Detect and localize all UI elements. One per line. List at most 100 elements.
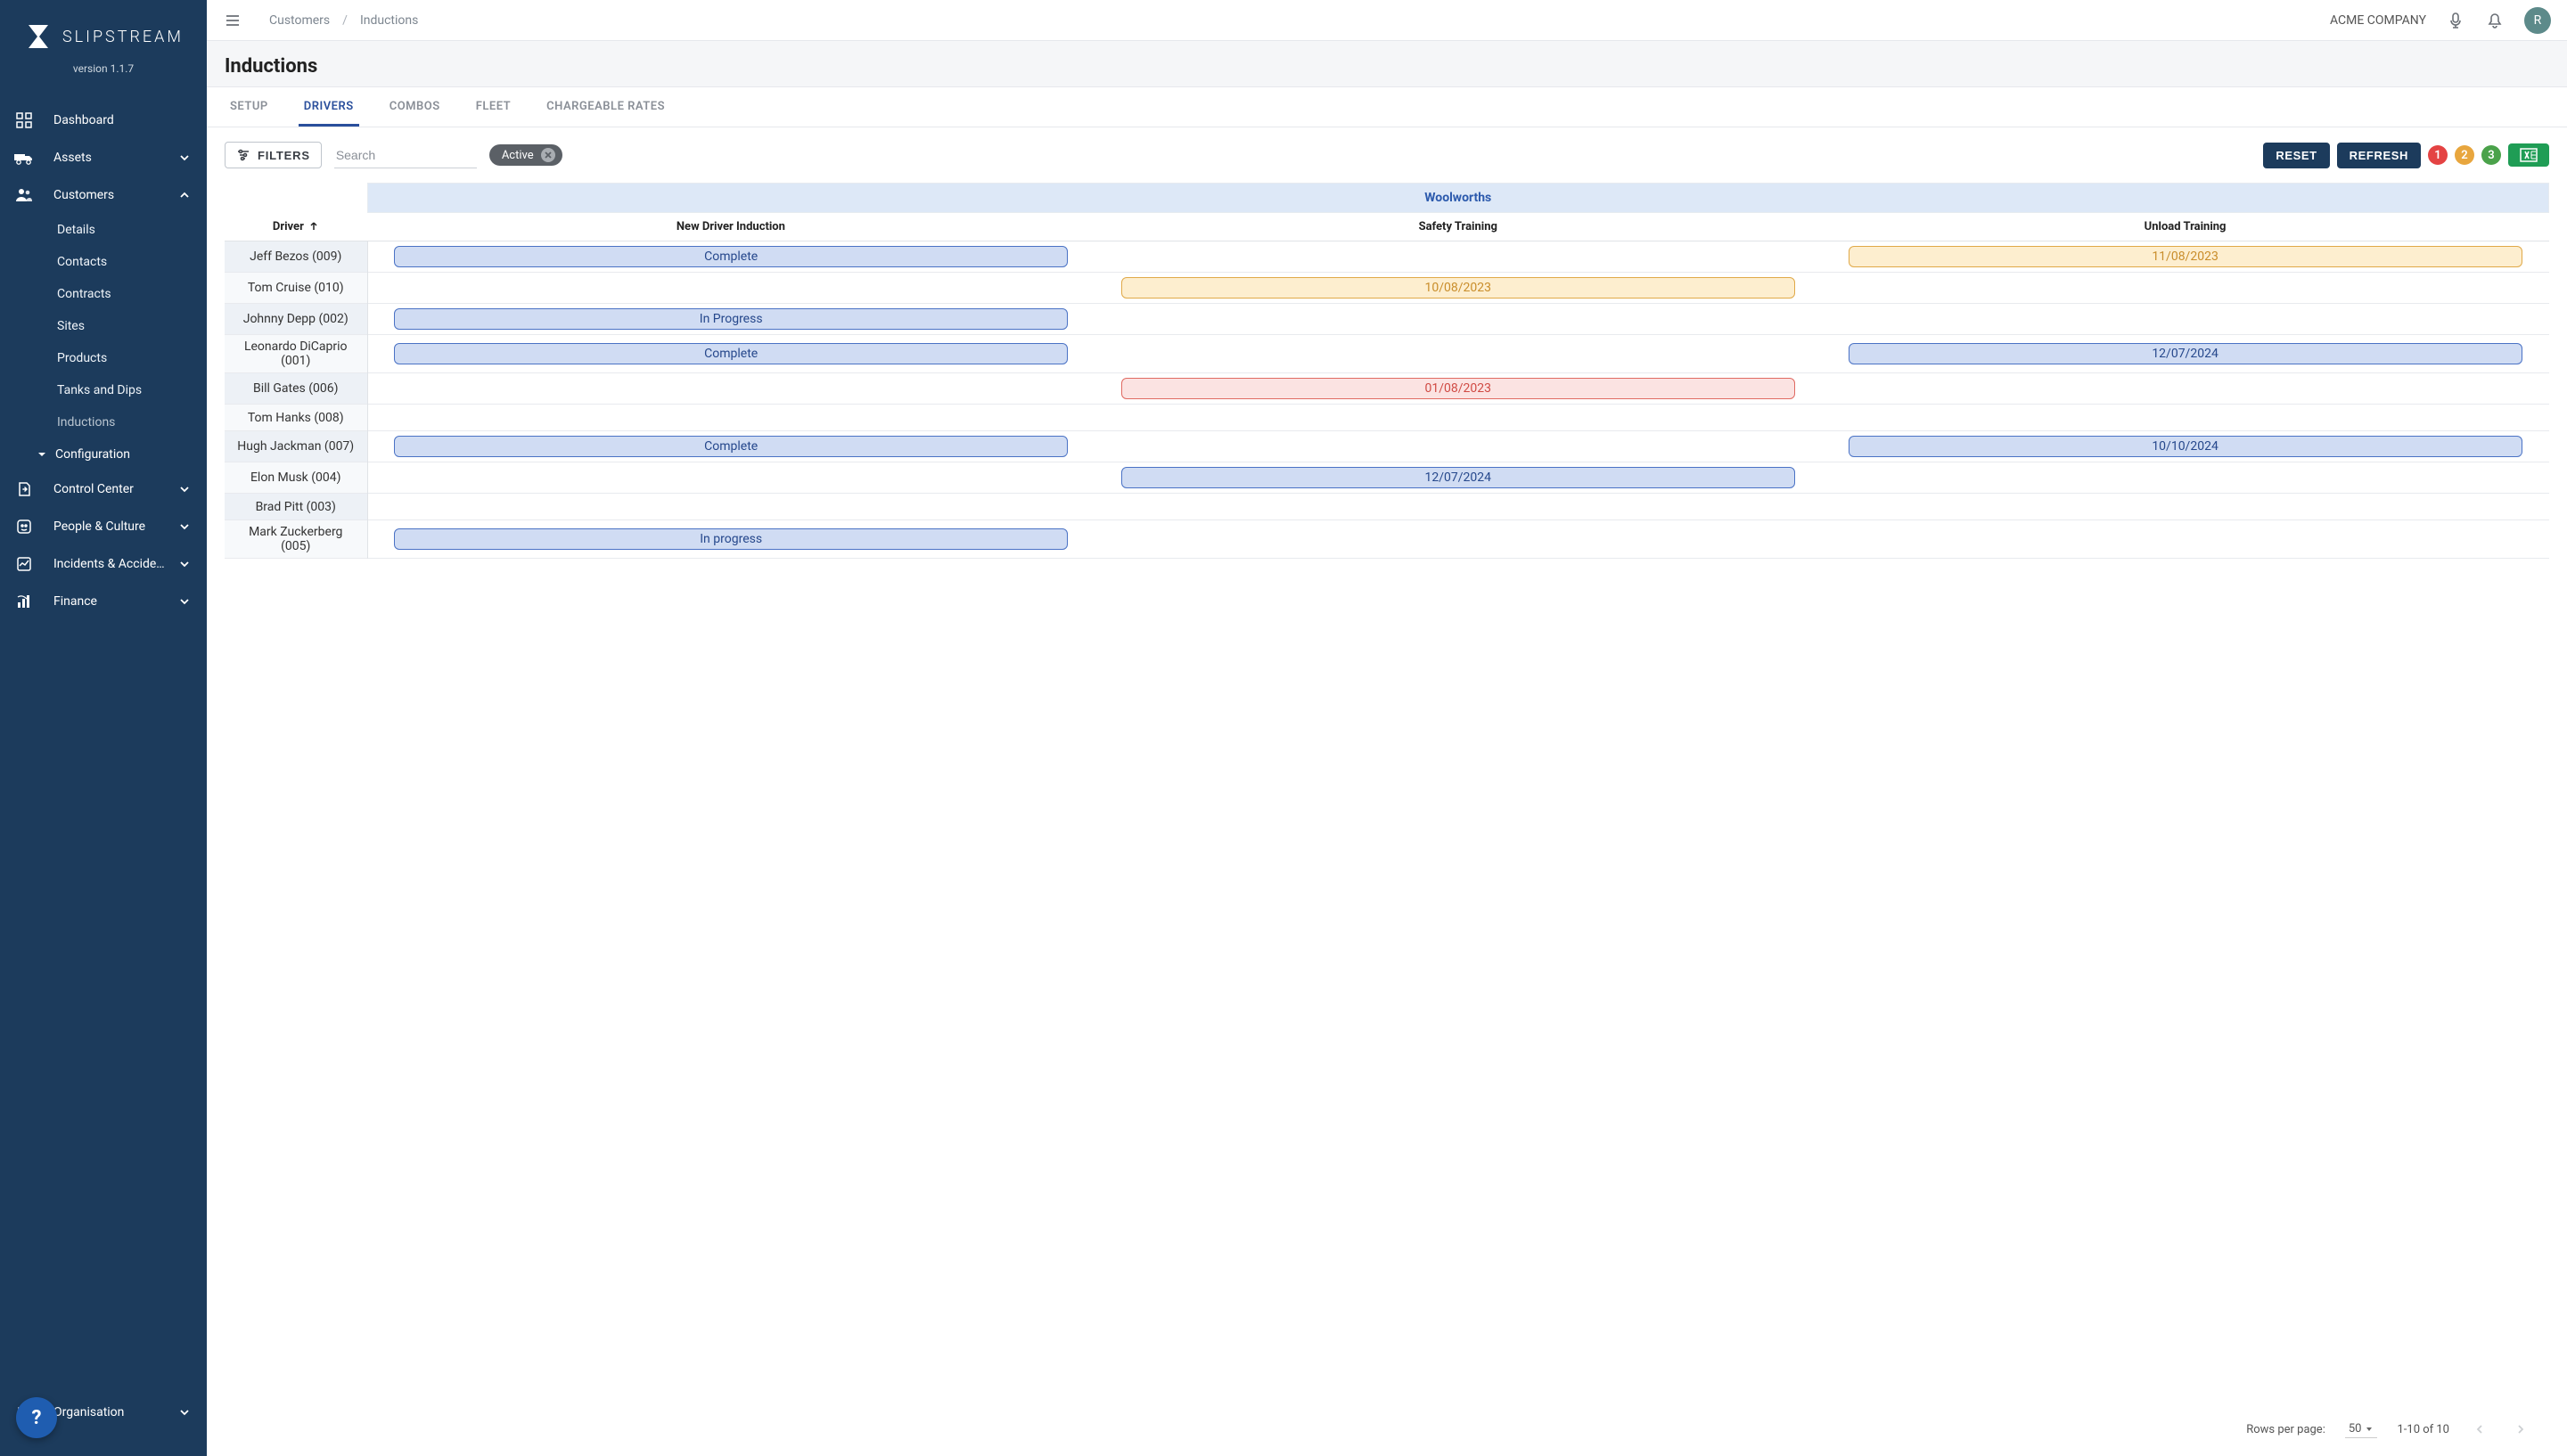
mic-icon[interactable] [2446, 11, 2465, 30]
triangle-down-icon [37, 450, 46, 459]
status-pill[interactable]: Complete [394, 246, 1068, 267]
status-cell: Complete [367, 241, 1095, 273]
table-row[interactable]: Jeff Bezos (009)Complete11/08/2023 [225, 241, 2549, 273]
reset-button[interactable]: RESET [2263, 143, 2329, 168]
status-cell [1095, 520, 1822, 559]
status-cell: In progress [367, 520, 1095, 559]
status-pill[interactable]: Complete [394, 436, 1068, 457]
column-header-new-driver[interactable]: New Driver Induction [367, 213, 1095, 241]
tab-combos[interactable]: COMBOS [384, 87, 446, 127]
table-row[interactable]: Bill Gates (006)01/08/2023 [225, 373, 2549, 405]
table-row[interactable]: Elon Musk (004)12/07/2024 [225, 462, 2549, 494]
table-row[interactable]: Leonardo DiCaprio (001)Complete12/07/202… [225, 335, 2549, 373]
filter-chip-active[interactable]: Active [489, 144, 562, 166]
status-pill[interactable]: In progress [394, 528, 1068, 550]
sidebar-sub-tanks[interactable]: Tanks and Dips [0, 374, 207, 406]
excel-icon [2519, 147, 2538, 163]
sidebar-item-dashboard[interactable]: Dashboard [0, 102, 207, 139]
file-exit-icon [14, 479, 34, 499]
status-pill[interactable]: Complete [394, 343, 1068, 364]
table-row[interactable]: Johnny Depp (002) In Progress [225, 304, 2549, 335]
breadcrumb-item[interactable]: Inductions [360, 13, 418, 28]
inductions-table: Woolworths Driver New Driver Induction S… [225, 183, 2549, 559]
table-row[interactable]: Brad Pitt (003) [225, 494, 2549, 520]
menu-icon[interactable] [223, 11, 242, 30]
sidebar-item-label: Control Center [53, 482, 176, 496]
column-header-safety[interactable]: Safety Training [1095, 213, 1822, 241]
sidebar-item-incidents[interactable]: Incidents & Accide… [0, 545, 207, 583]
status-cell [367, 494, 1095, 520]
table-row[interactable]: Mark Zuckerberg (005)In progress [225, 520, 2549, 559]
table-row[interactable]: Tom Hanks (008) [225, 405, 2549, 431]
sidebar-item-label: Organisation [53, 1405, 176, 1419]
company-label: ACME COMPANY [2330, 13, 2426, 28]
status-pill[interactable]: 12/07/2024 [1121, 467, 1795, 488]
tab-rates[interactable]: CHARGEABLE RATES [541, 87, 670, 127]
tab-setup[interactable]: SETUP [225, 87, 274, 127]
next-page-button[interactable] [2510, 1419, 2531, 1440]
status-cell: 10/10/2024 [1822, 431, 2549, 462]
sidebar-nav: Dashboard Assets Customers Details Conta… [0, 98, 207, 1394]
tab-fleet[interactable]: FLEET [471, 87, 516, 127]
breadcrumb-item[interactable]: Customers [269, 13, 330, 28]
status-cell [1822, 462, 2549, 494]
status-pill[interactable]: In Progress [394, 308, 1068, 330]
sidebar-sub-sites[interactable]: Sites [0, 310, 207, 342]
filters-button[interactable]: FILTERS [225, 142, 322, 168]
filters-label: FILTERS [258, 149, 310, 162]
sidebar-sub-products[interactable]: Products [0, 342, 207, 374]
table-row[interactable]: Hugh Jackman (007)Complete10/10/2024 [225, 431, 2549, 462]
search-input[interactable] [334, 143, 477, 168]
driver-cell: Tom Cruise (010) [225, 273, 367, 304]
status-cell [1095, 304, 1822, 335]
tab-drivers[interactable]: DRIVERS [299, 87, 359, 127]
status-cell [1822, 494, 2549, 520]
sidebar-item-assets[interactable]: Assets [0, 139, 207, 176]
sidebar-item-control-center[interactable]: Control Center [0, 470, 207, 508]
sidebar-item-finance[interactable]: Finance [0, 583, 207, 620]
status-pill[interactable]: 10/10/2024 [1849, 436, 2522, 457]
topbar: Customers / Inductions ACME COMPANY R [207, 0, 2567, 41]
status-cell: In Progress [367, 304, 1095, 335]
dashboard-icon [14, 110, 34, 130]
column-group-header: Woolworths [367, 184, 2549, 213]
sidebar-sub-details[interactable]: Details [0, 214, 207, 246]
avatar[interactable]: R [2524, 7, 2551, 34]
status-cell [1095, 431, 1822, 462]
status-cell: 12/07/2024 [1822, 335, 2549, 373]
brand-logo-icon [23, 21, 53, 52]
chevron-down-icon [176, 521, 193, 532]
version-label: version 1.1.7 [18, 62, 189, 75]
sidebar-item-people-culture[interactable]: People & Culture [0, 508, 207, 545]
logo-area: SLIPSTREAM version 1.1.7 [0, 0, 207, 98]
status-pill[interactable]: 01/08/2023 [1121, 378, 1795, 399]
status-pill[interactable]: 12/07/2024 [1849, 343, 2522, 364]
status-cell [1822, 273, 2549, 304]
caret-down-icon [2365, 1425, 2374, 1434]
rows-per-page-select[interactable]: 50 [2345, 1420, 2378, 1438]
help-button[interactable]: ? [16, 1397, 57, 1438]
page-range-label: 1-10 of 10 [2397, 1423, 2449, 1436]
status-cell [1822, 520, 2549, 559]
sidebar-sub-contacts[interactable]: Contacts [0, 246, 207, 278]
sidebar-sub-inductions[interactable]: Inductions [0, 406, 207, 438]
sidebar-item-label: Incidents & Accide… [53, 557, 176, 571]
driver-cell: Brad Pitt (003) [225, 494, 367, 520]
status-pill[interactable]: 10/08/2023 [1121, 277, 1795, 299]
status-pill[interactable]: 11/08/2023 [1849, 246, 2522, 267]
status-cell [1095, 494, 1822, 520]
sidebar-item-customers[interactable]: Customers [0, 176, 207, 214]
status-cell: 01/08/2023 [1095, 373, 1822, 405]
column-header-driver[interactable]: Driver [225, 213, 367, 241]
status-cell [367, 462, 1095, 494]
refresh-button[interactable]: REFRESH [2337, 143, 2421, 168]
prev-page-button[interactable] [2469, 1419, 2490, 1440]
sidebar-item-configuration[interactable]: Configuration [0, 438, 207, 470]
close-icon[interactable] [541, 148, 555, 162]
bell-icon[interactable] [2485, 11, 2505, 30]
sidebar-sub-contracts[interactable]: Contracts [0, 278, 207, 310]
table-row[interactable]: Tom Cruise (010) 10/08/2023 [225, 273, 2549, 304]
export-excel-button[interactable] [2508, 143, 2549, 167]
driver-cell: Johnny Depp (002) [225, 304, 367, 335]
column-header-unload[interactable]: Unload Training [1822, 213, 2549, 241]
